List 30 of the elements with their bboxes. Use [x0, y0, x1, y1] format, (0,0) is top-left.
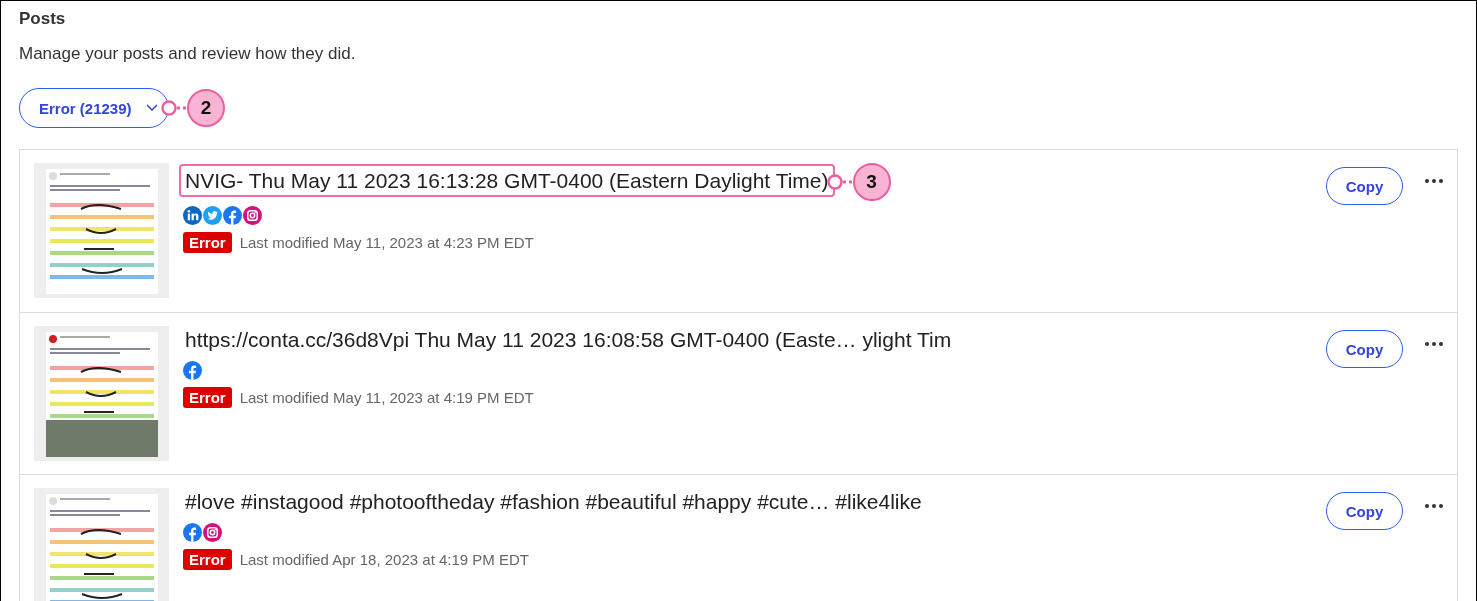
chevron-down-icon [145, 104, 158, 112]
copy-button[interactable]: Copy [1326, 492, 1403, 530]
more-options-icon[interactable] [1425, 504, 1443, 508]
post-title[interactable]: https://conta.cc/36d8Vpi Thu May 11 2023 16:08:58 GMT-0400 (Easte… ylight Tim [179, 323, 958, 356]
facebook-icon [183, 523, 202, 542]
post-title[interactable]: NVIG- Thu May 11 2023 16:13:28 GMT-0400 (Eastern Daylight Time) [179, 164, 835, 197]
copy-button[interactable]: Copy [1326, 167, 1403, 205]
status-badge: Error [183, 549, 232, 570]
last-modified-text: Last modified Apr 18, 2023 at 4:19 PM EDT [239, 551, 530, 568]
last-modified-text: Last modified May 11, 2023 at 4:19 PM EDT [239, 389, 534, 406]
leader-line [826, 174, 853, 190]
status-badge: Error [183, 387, 232, 408]
facebook-icon [223, 206, 242, 225]
post-title[interactable]: #love #instagood #photooftheday #fashion #beautiful #happy #cute… #like4like [179, 485, 928, 518]
status-badge: Error [183, 232, 232, 253]
status-filter-dropdown[interactable]: Error (21239) [19, 88, 169, 128]
instagram-icon [203, 523, 222, 542]
bird-icon [203, 206, 222, 225]
last-modified-text: Last modified May 11, 2023 at 4:23 PM EDT [239, 234, 534, 251]
linkedin-icon [183, 206, 202, 225]
facebook-icon [183, 361, 202, 380]
leader-line [161, 100, 187, 116]
instagram-icon [243, 206, 262, 225]
page-title: Posts [19, 9, 67, 29]
more-options-icon[interactable] [1425, 342, 1443, 346]
callout-number: 3 [852, 163, 891, 201]
callout-number: 2 [187, 89, 225, 127]
copy-button[interactable]: Copy [1326, 330, 1403, 368]
more-options-icon[interactable] [1425, 179, 1443, 183]
page-subtitle: Manage your posts and review how they did. [19, 44, 357, 64]
